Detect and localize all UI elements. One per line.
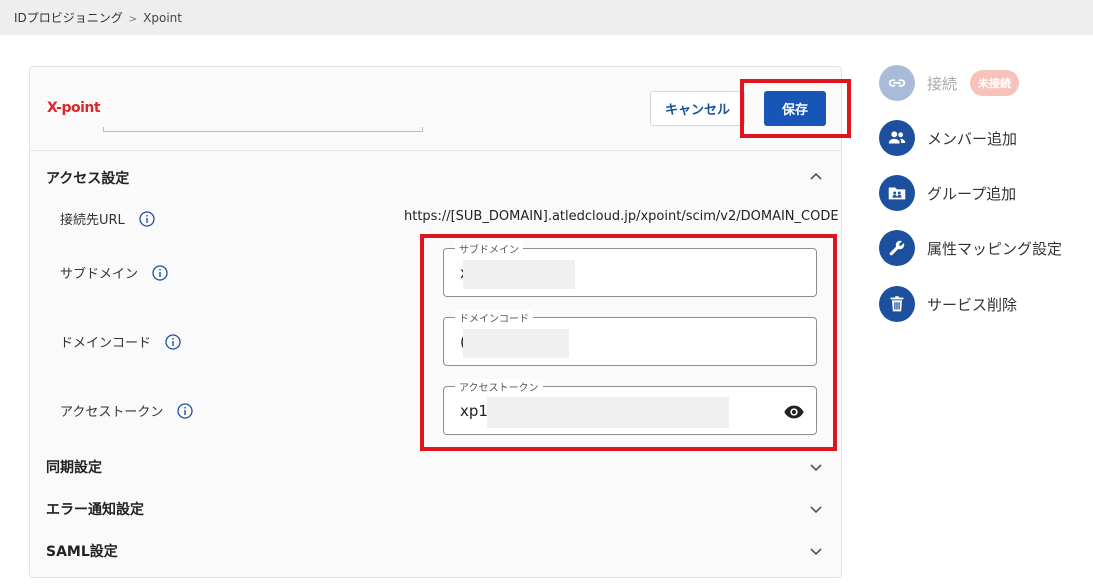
logo-divider bbox=[103, 127, 423, 132]
card-header: X-point キャンセル 保存 bbox=[30, 67, 841, 151]
cancel-button[interactable]: キャンセル bbox=[650, 91, 745, 126]
status-badge: 未接続 bbox=[970, 70, 1020, 96]
info-icon[interactable] bbox=[165, 333, 181, 350]
sidebar-label-attr-mapping: 属性マッピング設定 bbox=[927, 239, 1063, 258]
fields-highlight-box bbox=[420, 234, 837, 451]
domain-code-label: ドメインコード bbox=[60, 336, 152, 351]
chevron-down-icon[interactable] bbox=[808, 543, 824, 559]
top-bar: IDプロビジョニング > Xpoint bbox=[0, 0, 1093, 35]
section-title-saml[interactable]: SAML設定 bbox=[46, 541, 118, 561]
wrench-icon bbox=[879, 230, 915, 266]
section-title-error-notify[interactable]: エラー通知設定 bbox=[46, 499, 144, 519]
token-row-label: アクセストークン bbox=[60, 401, 194, 420]
trash-icon bbox=[879, 286, 915, 322]
info-icon[interactable] bbox=[139, 210, 155, 227]
sidebar-item-add-member[interactable]: メンバー追加 bbox=[879, 120, 1017, 156]
sidebar-label-add-group: グループ追加 bbox=[927, 184, 1017, 203]
chevron-up-icon[interactable] bbox=[808, 169, 824, 185]
sidebar-label-connect: 接続 bbox=[927, 74, 958, 93]
breadcrumb: IDプロビジョニング > Xpoint bbox=[14, 9, 182, 26]
save-highlight-box bbox=[740, 79, 851, 138]
token-label: アクセストークン bbox=[60, 405, 164, 420]
people-icon bbox=[879, 120, 915, 156]
sidebar-item-connect[interactable]: 接続 未接続 bbox=[879, 65, 1020, 101]
group-folder-icon bbox=[879, 175, 915, 211]
sidebar-item-add-group[interactable]: グループ追加 bbox=[879, 175, 1016, 211]
sidebar-label-delete-service: サービス削除 bbox=[927, 295, 1018, 314]
section-title-sync[interactable]: 同期設定 bbox=[46, 457, 102, 477]
chevron-down-icon[interactable] bbox=[808, 501, 824, 517]
breadcrumb-current: Xpoint bbox=[143, 11, 182, 25]
subdomain-row-label: サブドメイン bbox=[60, 263, 168, 282]
section-title-access[interactable]: アクセス設定 bbox=[46, 168, 129, 188]
info-icon[interactable] bbox=[152, 264, 168, 281]
url-row-label: 接続先URL bbox=[60, 209, 155, 228]
breadcrumb-separator: > bbox=[128, 14, 138, 25]
link-icon bbox=[879, 65, 915, 101]
domain-code-row-label: ドメインコード bbox=[60, 332, 181, 351]
url-value: https://[SUB_DOMAIN].atledcloud.jp/xpoin… bbox=[404, 209, 839, 224]
chevron-down-icon[interactable] bbox=[808, 459, 824, 475]
info-icon[interactable] bbox=[177, 402, 194, 419]
sidebar-label-add-member: メンバー追加 bbox=[927, 129, 1018, 148]
breadcrumb-root[interactable]: IDプロビジョニング bbox=[14, 11, 123, 25]
xpoint-logo: X-point bbox=[47, 100, 101, 116]
sidebar-item-attr-mapping[interactable]: 属性マッピング設定 bbox=[879, 230, 1062, 266]
sidebar-item-delete-service[interactable]: サービス削除 bbox=[879, 286, 1017, 322]
url-label: 接続先URL bbox=[60, 213, 125, 228]
subdomain-label: サブドメイン bbox=[60, 267, 139, 282]
